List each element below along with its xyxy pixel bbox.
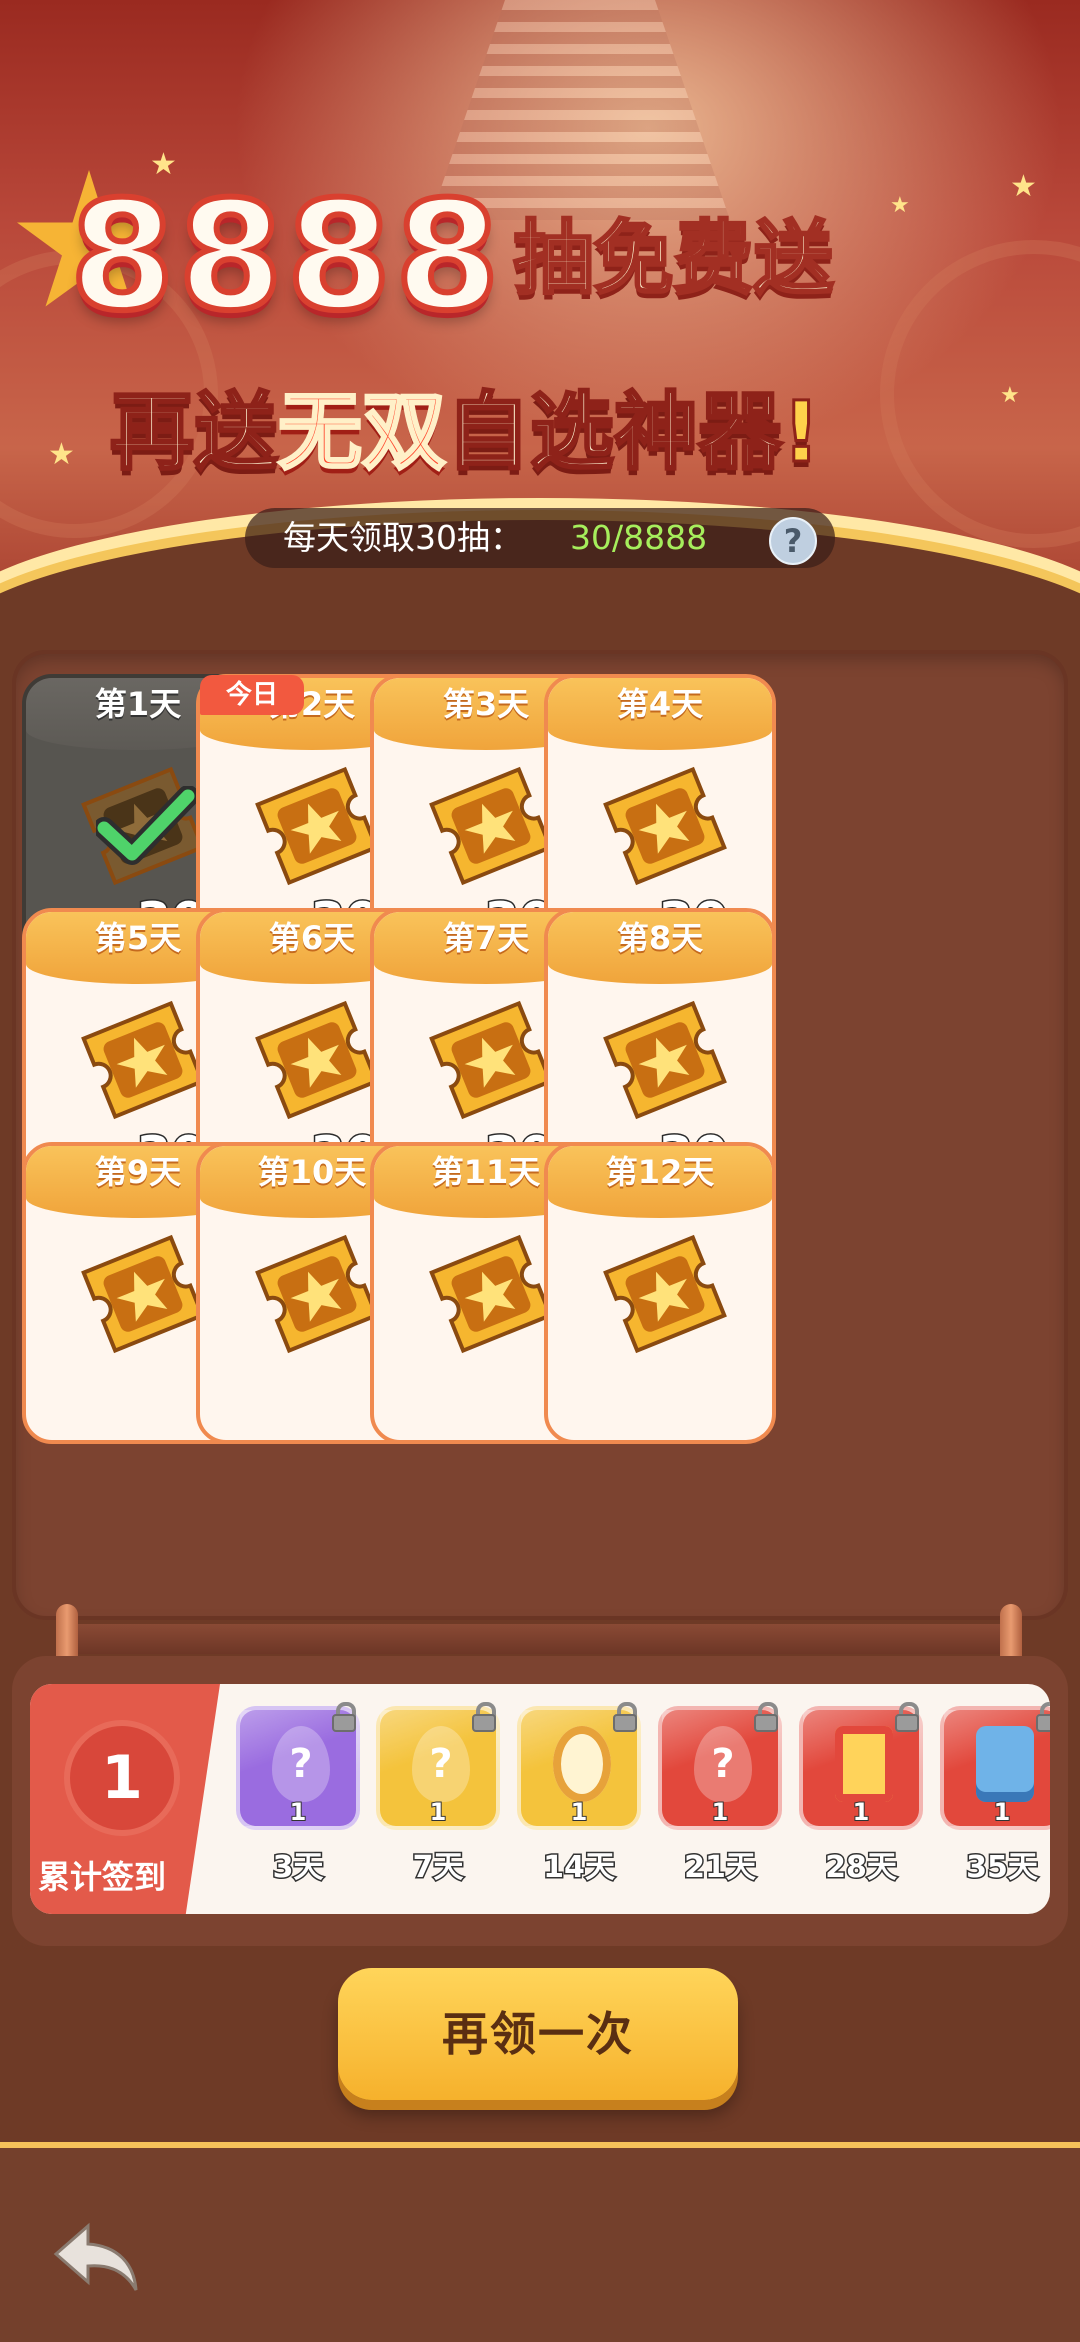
reward-quantity: 1	[711, 1797, 730, 1827]
milestone-item[interactable]: ? 1 3天	[236, 1702, 364, 1906]
treasure-chest-icon: 1	[940, 1702, 1050, 1830]
reward-quantity: 1	[852, 1797, 871, 1827]
lock-icon	[330, 1702, 358, 1732]
milestone-day-label: 35天	[965, 1849, 1040, 1887]
lock-icon	[1034, 1702, 1050, 1732]
milestone-strip[interactable]: 1 累计签到 ? 1 3天? 1 7天 1 14天? 1 21天 1 28天 1 35天	[30, 1684, 1050, 1914]
draw-ticket-icon	[603, 1000, 727, 1120]
reward-glyph: ?	[412, 1726, 470, 1802]
milestone-panel: 1 累计签到 ? 1 3天? 1 7天 1 14天? 1 21天 1 28天 1 35天	[12, 1656, 1068, 1946]
lock-icon	[611, 1702, 639, 1732]
reward-quantity: 1	[289, 1797, 308, 1827]
purple-egg-icon: ? 1	[236, 1702, 360, 1830]
day-label: 第4天	[548, 678, 772, 750]
gift-box-icon: 1	[799, 1702, 923, 1830]
draw-ticket-icon	[603, 1234, 727, 1354]
counter-value: 30/8888	[570, 518, 708, 557]
milestone-item[interactable]: ? 1 7天	[376, 1702, 504, 1906]
counter-label: 每天领取30抽：	[283, 518, 523, 557]
checkin-count: 1	[64, 1720, 180, 1836]
red-egg-icon: ? 1	[658, 1702, 782, 1830]
lock-icon	[893, 1702, 921, 1732]
reward-glyph: ?	[272, 1726, 330, 1802]
help-icon[interactable]: ?	[769, 517, 817, 565]
sparkle-star-icon: ★	[48, 437, 75, 472]
milestone-day-label: 21天	[683, 1849, 758, 1887]
milestone-item[interactable]: 1 28天	[799, 1702, 927, 1906]
draw-ticket-icon	[603, 766, 727, 886]
milestone-day-label: 28天	[824, 1849, 899, 1887]
title-suffix: 抽免费送	[512, 211, 835, 307]
reward-quantity: 1	[570, 1797, 589, 1827]
milestone-item[interactable]: ? 1 21天	[658, 1702, 786, 1906]
checkin-count-block: 1 累计签到	[30, 1684, 220, 1914]
milestone-day-label: 14天	[542, 1849, 617, 1887]
reward-quantity: 1	[429, 1797, 448, 1827]
subtitle-suffix: 自选神器	[445, 382, 784, 483]
reward-glyph	[553, 1726, 611, 1802]
milestone-day-label: 7天	[411, 1849, 465, 1887]
lock-icon	[752, 1702, 780, 1732]
daily-rewards-scroll[interactable]: 第1天30第2天30第3天30第4天30第5天30第6天30第7天30第8天30…	[12, 650, 1068, 1600]
back-arrow-icon[interactable]	[48, 2218, 144, 2298]
subtitle-highlight: 无双	[277, 382, 448, 483]
reward-glyph	[835, 1726, 893, 1802]
day-card[interactable]: 第12天	[544, 1142, 776, 1444]
claim-again-button[interactable]: 再领一次	[338, 1968, 738, 2100]
daily-counter: 每天领取30抽： 30/8888 ?	[245, 508, 835, 568]
subtitle-prefix: 再送	[108, 382, 279, 483]
title-number: 8888	[67, 167, 504, 347]
milestone-day-label: 3天	[271, 1849, 325, 1887]
gold-emblem-icon: 1	[517, 1702, 641, 1830]
event-title: 8888 抽免费送	[67, 167, 1070, 347]
day-label: 第8天	[548, 912, 772, 984]
lock-icon	[470, 1702, 498, 1732]
scroll-rod	[60, 1624, 1020, 1654]
daily-rewards-grid: 第1天30第2天30第3天30第4天30第5天30第6天30第7天30第8天30…	[12, 650, 1068, 1600]
milestone-item[interactable]: 1 14天	[517, 1702, 645, 1906]
subtitle-bang: !	[781, 382, 822, 483]
reward-glyph	[976, 1726, 1034, 1802]
bottom-bar	[0, 2142, 1080, 2342]
gold-egg-icon: ? 1	[376, 1702, 500, 1830]
milestone-item[interactable]: 1 35天	[940, 1702, 1050, 1906]
reward-glyph: ?	[694, 1726, 752, 1802]
day-label: 第12天	[548, 1146, 772, 1218]
today-badge: 今日	[200, 675, 304, 715]
event-subtitle: 再送无双自选神器!	[108, 365, 1010, 486]
checkin-label: 累计签到	[38, 1858, 167, 1896]
reward-quantity: 1	[993, 1797, 1012, 1827]
checkmark-icon	[96, 786, 196, 865]
